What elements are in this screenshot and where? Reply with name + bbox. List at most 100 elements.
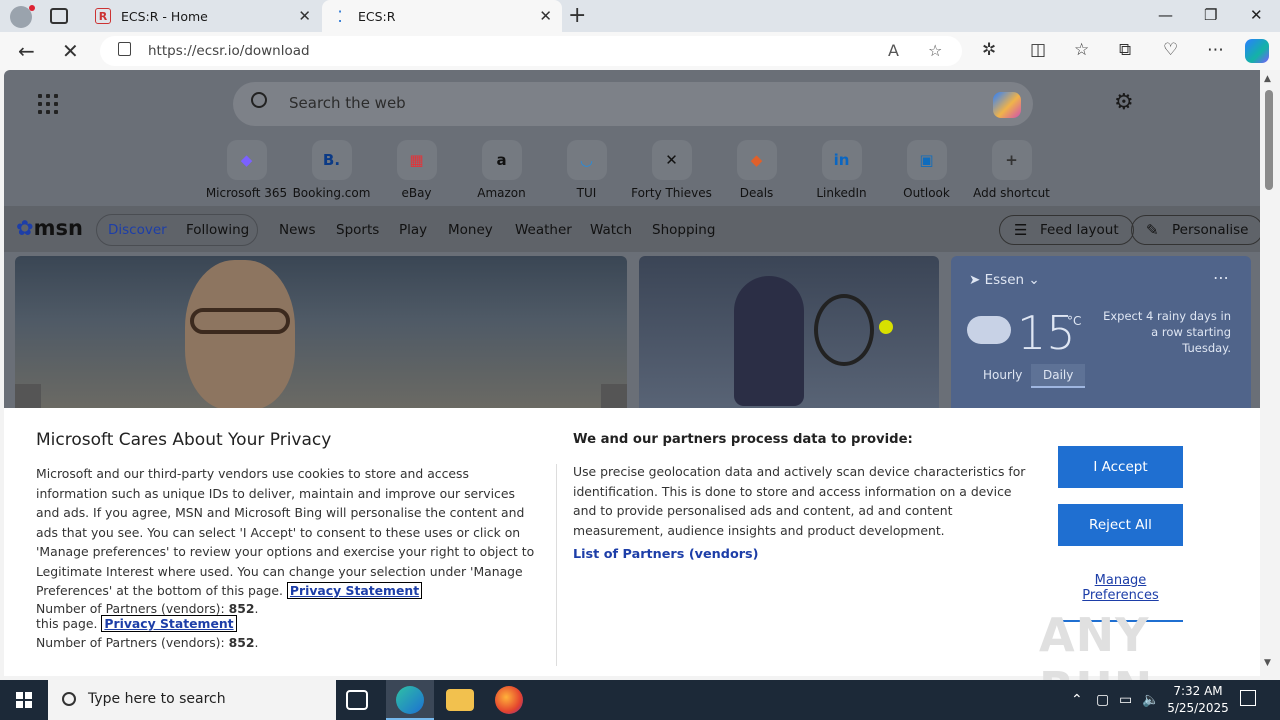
edge-app-icon[interactable] <box>396 686 424 714</box>
tab-actions-icon[interactable] <box>50 8 68 24</box>
shortcut-tile-icon: ▦ <box>396 140 437 180</box>
more-menu-icon[interactable]: ⋯ <box>1207 40 1224 60</box>
minimize-icon[interactable]: — <box>1158 6 1173 24</box>
taskbar-search-placeholder[interactable]: Type here to search <box>88 691 226 707</box>
scrollbar-thumb[interactable] <box>1265 90 1273 190</box>
stop-loading-icon[interactable]: ✕ <box>62 39 79 63</box>
msn-logo[interactable]: ✿msn <box>16 216 83 240</box>
network-icon[interactable]: ▭ <box>1119 692 1132 708</box>
consent-body-text: Microsoft and our third-party vendors us… <box>36 466 535 598</box>
news-card-hero[interactable] <box>15 256 627 416</box>
taskbar-search-box[interactable]: Type here to search <box>48 680 336 720</box>
app-launcher-icon[interactable] <box>38 94 58 114</box>
split-screen-icon[interactable]: ◫ <box>1030 40 1046 60</box>
rain-cloud-icon <box>967 316 1011 344</box>
restore-icon[interactable]: ❐ <box>1204 6 1217 24</box>
nav-news[interactable]: News <box>279 222 315 238</box>
nav-following[interactable]: Following <box>186 222 249 238</box>
nav-discover[interactable]: Discover <box>108 222 167 238</box>
privacy-statement-link[interactable]: Privacy Statement <box>286 582 423 599</box>
favorites-icon[interactable]: ☆ <box>1074 40 1089 60</box>
weather-card[interactable]: ➤ Essen ⌄ ⋯ 15 °C Expect 4 rainy days in… <box>951 256 1251 416</box>
close-window-icon[interactable]: ✕ <box>1250 6 1263 24</box>
ball-image <box>879 320 893 334</box>
file-explorer-icon[interactable] <box>446 689 474 711</box>
performance-icon[interactable]: ♡ <box>1163 40 1178 60</box>
tray-device-icon[interactable]: ▢ <box>1096 692 1109 708</box>
feed-layout-button[interactable]: ☰ Feed layout <box>999 215 1134 245</box>
loading-spinner-icon: ⁚ <box>337 6 343 26</box>
shortcut-label: Amazon <box>477 186 526 200</box>
shortcut-ebay[interactable]: ▦ eBay <box>374 140 459 200</box>
shortcut-tile-icon: + <box>991 140 1032 180</box>
privacy-statement-link-duplicate[interactable]: Privacy Statement <box>101 615 237 632</box>
collections-icon[interactable]: ⧉ <box>1119 40 1131 60</box>
taskbar-clock[interactable]: 7:32 AM 5/25/2025 <box>1160 683 1236 717</box>
consent-title: Microsoft Cares About Your Privacy <box>36 430 332 450</box>
weather-forecast-message[interactable]: Expect 4 rainy days in a row starting Tu… <box>1101 308 1231 356</box>
favorite-star-icon[interactable]: ☆ <box>928 41 942 60</box>
weather-location[interactable]: ➤ Essen ⌄ <box>969 272 1040 288</box>
volume-icon[interactable]: 🔈 <box>1142 692 1159 708</box>
new-tab-icon[interactable]: + <box>568 3 586 28</box>
extensions-icon[interactable]: ✲ <box>982 40 996 60</box>
shortcut-tui[interactable]: ◡ TUI <box>544 140 629 200</box>
close-tab-icon[interactable]: ✕ <box>298 7 311 25</box>
news-card-tennis[interactable] <box>639 256 939 416</box>
hero-image <box>185 260 295 410</box>
accept-button[interactable]: I Accept <box>1058 446 1183 488</box>
nav-shopping[interactable]: Shopping <box>652 222 715 238</box>
back-arrow-icon[interactable]: ← <box>18 39 35 63</box>
weather-tab-daily[interactable]: Daily <box>1031 364 1086 388</box>
shortcut-forty-thieves[interactable]: ✕ Forty Thieves <box>629 140 714 200</box>
scroll-down-icon[interactable]: ▼ <box>1264 658 1271 668</box>
reject-all-button[interactable]: Reject All <box>1058 504 1183 546</box>
weather-more-icon[interactable]: ⋯ <box>1213 268 1229 287</box>
nav-money[interactable]: Money <box>448 222 493 238</box>
personalise-label: Personalise <box>1172 222 1249 238</box>
shortcut-microsoft-365[interactable]: ◆ Microsoft 365 <box>204 140 289 200</box>
scroll-up-icon[interactable]: ▲ <box>1264 74 1271 84</box>
taskbar: Type here to search ⌃ ▢ ▭ 🔈 7:32 AM 5/25… <box>0 680 1280 720</box>
shortcut-amazon[interactable]: a Amazon <box>459 140 544 200</box>
sliders-icon: ☰ <box>1014 221 1028 239</box>
url-text[interactable]: https://ecsr.io/download <box>148 43 310 59</box>
address-bar[interactable]: https://ecsr.io/download A ☆ <box>100 36 962 66</box>
weather-tab-hourly[interactable]: Hourly <box>971 364 1034 388</box>
shortcut-label: Add shortcut <box>973 186 1050 200</box>
personalise-button[interactable]: ✎ Personalise <box>1131 215 1260 245</box>
nav-play[interactable]: Play <box>399 222 427 238</box>
web-search-box[interactable]: Search the web <box>233 82 1033 126</box>
copilot-search-icon[interactable] <box>993 92 1021 118</box>
shortcut-booking-com[interactable]: B. Booking.com <box>289 140 374 200</box>
nav-weather[interactable]: Weather <box>515 222 572 238</box>
manage-preferences-link[interactable]: Manage Preferences <box>1058 573 1183 603</box>
tray-chevron-icon[interactable]: ⌃ <box>1071 692 1083 708</box>
shortcut-add-shortcut[interactable]: + Add shortcut <box>969 140 1054 200</box>
shortcut-label: Microsoft 365 <box>205 186 288 200</box>
clock-time: 7:32 AM <box>1173 684 1223 698</box>
tab-ecsr[interactable]: ⁚ ECS:R ✕ <box>322 0 562 32</box>
address-toolbar: ← ✕ https://ecsr.io/download A ☆ ✲ ◫ ☆ ⧉… <box>0 32 1280 70</box>
nav-sports[interactable]: Sports <box>336 222 379 238</box>
vendors-list-link[interactable]: List of Partners (vendors) <box>573 547 759 562</box>
search-placeholder[interactable]: Search the web <box>289 94 406 112</box>
task-view-icon[interactable] <box>346 690 368 710</box>
read-aloud-icon[interactable]: A <box>888 41 899 60</box>
shortcut-linkedin[interactable]: in LinkedIn <box>799 140 884 200</box>
page-settings-gear-icon[interactable]: ⚙ <box>1114 90 1134 115</box>
weather-unit: °C <box>1067 314 1082 328</box>
tab-ecsr-home[interactable]: R ECS:R - Home ✕ <box>85 0 321 32</box>
notifications-icon[interactable] <box>1240 690 1256 706</box>
page-scrollbar[interactable]: ▲ ▼ <box>1262 70 1276 676</box>
shortcut-label: Booking.com <box>292 186 371 200</box>
windows-start-icon[interactable] <box>16 692 32 708</box>
shortcut-deals[interactable]: ◆ Deals <box>714 140 799 200</box>
title-bar: R ECS:R - Home ✕ ⁚ ECS:R ✕ + — ❐ ✕ <box>0 0 1280 32</box>
close-tab-icon[interactable]: ✕ <box>539 7 552 25</box>
lock-icon[interactable] <box>118 42 131 56</box>
firefox-icon[interactable] <box>495 686 523 714</box>
copilot-icon[interactable] <box>1245 39 1269 63</box>
nav-watch[interactable]: Watch <box>590 222 632 238</box>
shortcut-outlook[interactable]: ▣ Outlook <box>884 140 969 200</box>
